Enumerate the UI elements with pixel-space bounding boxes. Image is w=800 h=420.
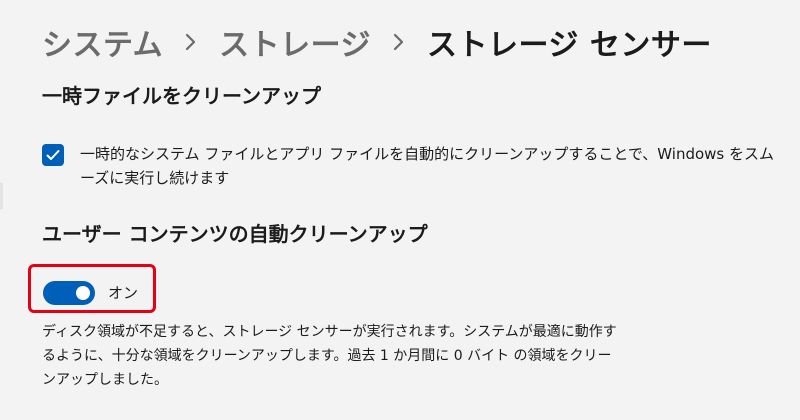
section-title-user-content: ユーザー コンテンツの自動クリーンアップ (42, 222, 428, 246)
page-title: ストレージ センサー (427, 28, 712, 63)
toggle-knob (76, 286, 90, 300)
section-title-temp-files: 一時ファイルをクリーンアップ (42, 84, 321, 108)
checkmark-icon (46, 150, 60, 160)
breadcrumb-item-storage[interactable]: ストレージ (219, 20, 371, 64)
chevron-right-icon (371, 32, 427, 52)
user-content-description: ディスク領域が不足すると、ストレージ センサーが実行されます。システムが最適に動… (42, 324, 617, 388)
temp-files-checkbox-label[interactable]: 一時的なシステム ファイルとアプリ ファイルを自動的にクリーンアップすることで、… (80, 142, 780, 190)
breadcrumb-item-system[interactable]: システム (42, 20, 163, 64)
window-edge (0, 183, 3, 209)
temp-files-checkbox-row: 一時的なシステム ファイルとアプリ ファイルを自動的にクリーンアップすることで、… (42, 142, 782, 190)
breadcrumb: システム ストレージ ストレージ センサー (42, 18, 712, 66)
temp-files-checkbox[interactable] (42, 144, 64, 166)
toggle-state-label: オン (108, 284, 139, 302)
storage-sense-toggle[interactable] (43, 281, 95, 305)
chevron-right-icon (163, 32, 219, 52)
